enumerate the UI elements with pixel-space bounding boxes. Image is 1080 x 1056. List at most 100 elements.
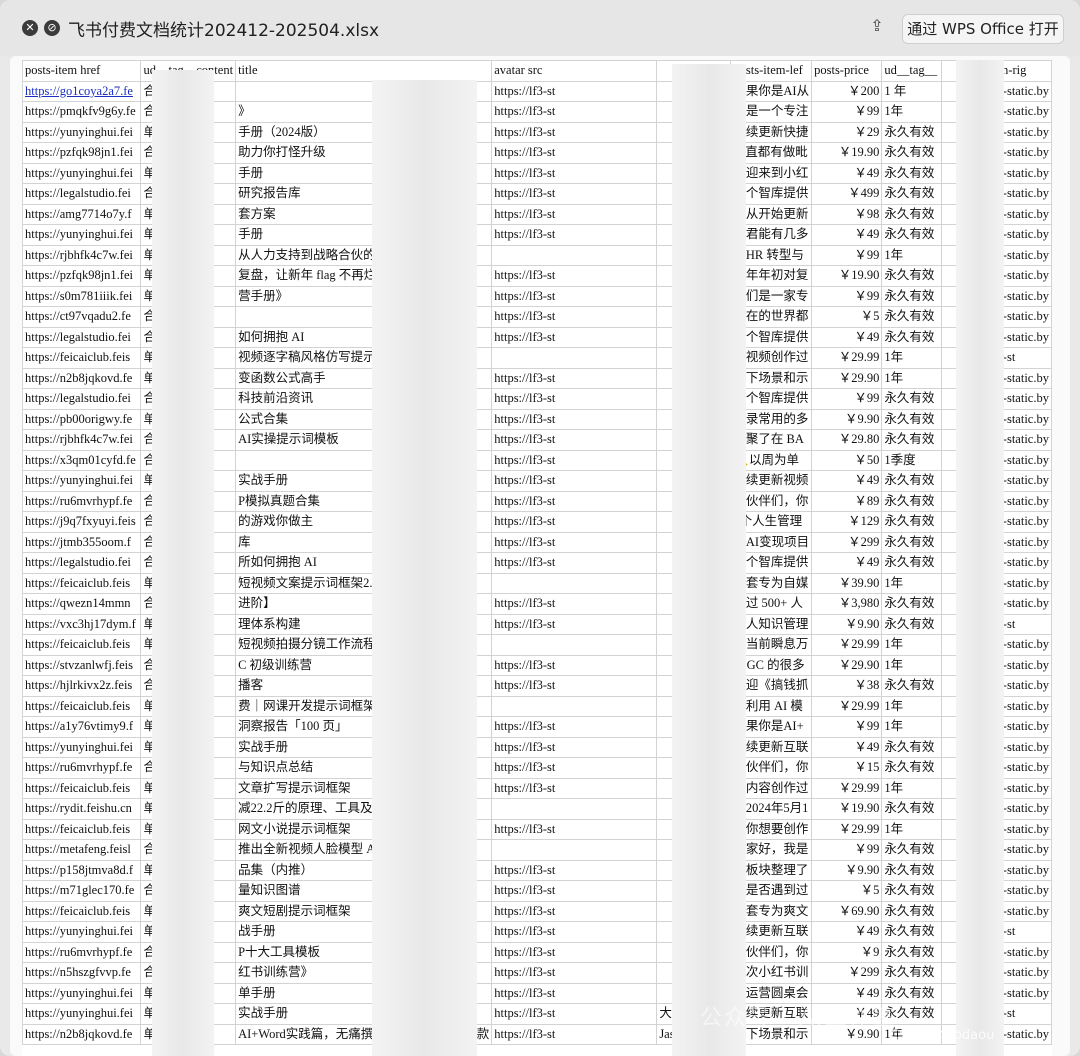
table-cell[interactable]: https://feicaiclub.feis <box>22 347 142 369</box>
table-cell[interactable]: https://yunyinghui.fei <box>22 470 142 492</box>
table-cell[interactable]: https://ct97vqadu2.fe <box>22 306 142 328</box>
table-cell[interactable]: 1年 <box>881 244 942 266</box>
table-cell[interactable]: https://lf3-st <box>491 962 658 984</box>
table-cell[interactable]: https://lf3-st <box>491 367 658 389</box>
table-cell[interactable]: ￥29.99 <box>811 347 883 369</box>
table-cell[interactable]: ￥69.90 <box>811 900 883 922</box>
table-cell[interactable]: https://feicaiclub.feis <box>22 572 142 594</box>
table-cell[interactable]: ￥98 <box>811 203 883 225</box>
table-cell[interactable]: ￥9 <box>811 941 883 963</box>
table-cell[interactable]: https://lf3-st <box>491 449 658 471</box>
table-cell[interactable]: https://amg7714o7y.f <box>22 203 142 225</box>
table-cell[interactable]: https://yunyinghui.fei <box>22 162 142 184</box>
table-cell[interactable]: ￥29.99 <box>811 695 883 717</box>
table-cell[interactable]: ￥3,980 <box>811 593 883 615</box>
table-cell[interactable]: 1年 <box>881 634 942 656</box>
table-cell[interactable]: ￥499 <box>811 183 883 205</box>
spreadsheet[interactable]: posts-item hrefud__tag__contenttitleavat… <box>22 60 1052 1056</box>
table-cell[interactable]: https://lf3-st <box>491 941 658 963</box>
share-icon[interactable]: ⇪ <box>866 16 888 38</box>
table-cell[interactable]: ￥49 <box>811 552 883 574</box>
table-cell[interactable]: 永久有效 <box>881 757 942 779</box>
table-cell[interactable]: ￥29 <box>811 121 883 143</box>
table-cell[interactable]: https://lf3-st <box>491 121 658 143</box>
table-cell[interactable]: 永久有效 <box>881 306 942 328</box>
table-cell[interactable]: 永久有效 <box>881 470 942 492</box>
table-cell[interactable]: 1年 <box>881 367 942 389</box>
table-cell[interactable]: ￥29.90 <box>811 367 883 389</box>
table-cell[interactable]: https://lf3-st <box>491 818 658 840</box>
table-cell[interactable]: https://lf3-st <box>491 408 658 430</box>
table-cell[interactable]: https://go1coya2a7.fe <box>22 80 142 102</box>
table-cell[interactable]: https://a1y76vtimy9.f <box>22 716 142 738</box>
table-cell[interactable]: https://ru6mvrhypf.fe <box>22 490 142 512</box>
table-cell[interactable]: https://lf3-st <box>491 326 658 348</box>
table-cell[interactable]: ￥49 <box>811 326 883 348</box>
table-cell[interactable]: 永久有效 <box>881 675 942 697</box>
table-cell[interactable]: ￥29.99 <box>811 777 883 799</box>
table-cell[interactable]: ￥89 <box>811 490 883 512</box>
table-cell[interactable]: ￥5 <box>811 880 883 902</box>
table-cell[interactable]: https://lf3-st <box>491 306 658 328</box>
table-cell[interactable]: 永久有效 <box>881 388 942 410</box>
table-cell[interactable]: 1年 <box>881 818 942 840</box>
table-cell[interactable]: https://lf3-st <box>491 183 658 205</box>
table-cell[interactable]: https://pb00origwy.fe <box>22 408 142 430</box>
table-cell[interactable]: 1年 <box>881 654 942 676</box>
table-cell[interactable]: https://n2b8jqkovd.fe <box>22 367 142 389</box>
table-cell[interactable]: 永久有效 <box>881 613 942 635</box>
table-cell[interactable]: ￥29.90 <box>811 654 883 676</box>
table-cell[interactable]: 永久有效 <box>881 326 942 348</box>
table-cell[interactable]: ￥19.90 <box>811 265 883 287</box>
table-cell[interactable]: 永久有效 <box>881 798 942 820</box>
table-cell[interactable]: ￥9.90 <box>811 859 883 881</box>
table-cell[interactable] <box>491 347 658 369</box>
table-cell[interactable]: 1年 <box>881 572 942 594</box>
table-cell[interactable]: https://lf3-st <box>491 921 658 943</box>
table-cell[interactable]: ￥29.99 <box>811 818 883 840</box>
table-cell[interactable]: https://lf3-st <box>491 777 658 799</box>
table-cell[interactable]: https://legalstudio.fei <box>22 183 142 205</box>
table-cell[interactable]: ￥99 <box>811 839 883 861</box>
table-cell[interactable]: 永久有效 <box>881 285 942 307</box>
table-cell[interactable]: https://lf3-st <box>491 531 658 553</box>
table-cell[interactable]: 1年 <box>881 777 942 799</box>
table-cell[interactable]: 永久有效 <box>881 265 942 287</box>
table-cell[interactable]: 永久有效 <box>881 736 942 758</box>
table-cell[interactable]: 1年 <box>881 101 942 123</box>
table-cell[interactable]: https://lf3-st <box>491 900 658 922</box>
column-header[interactable]: posts-price <box>811 60 883 82</box>
table-cell[interactable]: https://rydit.feishu.cn <box>22 798 142 820</box>
table-cell[interactable]: ￥99 <box>811 101 883 123</box>
table-cell[interactable]: 1季度 <box>881 449 942 471</box>
table-cell[interactable]: ￥99 <box>811 388 883 410</box>
table-cell[interactable]: ￥5 <box>811 306 883 328</box>
table-cell[interactable]: ￥129 <box>811 511 883 533</box>
table-cell[interactable]: https://lf3-st <box>491 1023 658 1045</box>
table-cell[interactable]: https://lf3-st <box>491 654 658 676</box>
table-cell[interactable]: https://lf3-st <box>491 859 658 881</box>
table-cell[interactable]: https://yunyinghui.fei <box>22 921 142 943</box>
table-cell[interactable]: https://lf3-st <box>491 162 658 184</box>
table-cell[interactable]: 永久有效 <box>881 183 942 205</box>
table-cell[interactable]: 永久有效 <box>881 408 942 430</box>
table-cell[interactable]: ￥49 <box>811 921 883 943</box>
table-cell[interactable]: https://lf3-st <box>491 736 658 758</box>
table-cell[interactable]: 永久有效 <box>881 839 942 861</box>
table-cell[interactable]: 永久有效 <box>881 921 942 943</box>
table-cell[interactable]: ￥49 <box>811 224 883 246</box>
table-cell[interactable]: https://feicaiclub.feis <box>22 695 142 717</box>
table-cell[interactable]: https://yunyinghui.fei <box>22 982 142 1004</box>
table-cell[interactable]: https://p158jtmva8d.f <box>22 859 142 881</box>
table-cell[interactable]: 永久有效 <box>881 121 942 143</box>
table-cell[interactable]: https://lf3-st <box>491 757 658 779</box>
table-cell[interactable]: https://n2b8jqkovd.fe <box>22 1023 142 1045</box>
table-cell[interactable]: 1年 <box>881 695 942 717</box>
table-cell[interactable]: https://rjbhfk4c7w.fei <box>22 244 142 266</box>
table-cell[interactable]: ￥38 <box>811 675 883 697</box>
table-cell[interactable]: ￥99 <box>811 285 883 307</box>
table-cell[interactable]: ￥19.90 <box>811 798 883 820</box>
table-cell[interactable]: ￥9.90 <box>811 613 883 635</box>
column-header[interactable]: title <box>235 60 493 82</box>
table-cell[interactable] <box>491 798 658 820</box>
